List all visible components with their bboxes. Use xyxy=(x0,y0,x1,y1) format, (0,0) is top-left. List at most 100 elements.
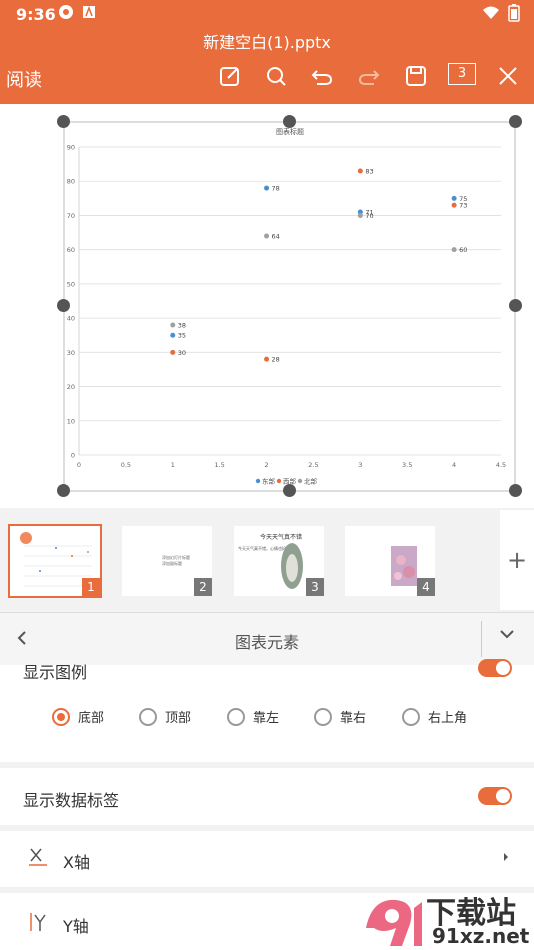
data-point xyxy=(170,322,176,328)
radio-label: 顶部 xyxy=(165,711,192,726)
legend-marker xyxy=(276,478,282,484)
slide-thumbnail-2[interactable]: 添加幻灯片标题 添加副标题 2 xyxy=(122,526,212,596)
chart-frame xyxy=(63,121,516,492)
data-point xyxy=(264,356,270,362)
redo-icon xyxy=(358,70,380,85)
thumbnail-number: 2 xyxy=(194,578,212,596)
save-icon xyxy=(406,66,426,86)
thumbnail-photo-oval xyxy=(281,543,303,589)
x-tick-label: 1 xyxy=(171,461,175,469)
edit-icon xyxy=(220,67,239,86)
status-right-icons xyxy=(482,4,520,22)
show-legend-toggle[interactable] xyxy=(478,659,512,677)
show-data-labels-toggle[interactable] xyxy=(478,787,512,805)
resize-handle-right[interactable] xyxy=(509,299,522,312)
data-point xyxy=(264,185,270,191)
resize-handle-top-left[interactable] xyxy=(57,115,70,128)
thumbnail-subtitle: 今天天气真不错，心情也好 xyxy=(238,546,286,551)
y-tick-label: 80 xyxy=(67,178,75,186)
app-notification-icon xyxy=(59,5,73,19)
y-tick-label: 50 xyxy=(67,280,75,288)
panel-collapse-button[interactable] xyxy=(498,625,516,647)
wifi-icon xyxy=(483,6,499,19)
data-label: 73 xyxy=(459,202,467,210)
legend-position-right[interactable]: 靠右 xyxy=(314,707,366,726)
slide-thumbnail-4[interactable]: 4 xyxy=(345,526,435,596)
slide-canvas[interactable]: 图表标题 0 10 20 30 40 50 60 70 80 90 0 0.5 1 1.5 2 2.5 3 3.5 4… xyxy=(0,104,534,508)
x-axis-label: X轴 xyxy=(63,853,90,872)
x-tick-label: 2.5 xyxy=(308,461,318,469)
data-label: 30 xyxy=(178,349,186,357)
search-button[interactable] xyxy=(262,62,290,90)
chevron-down-icon xyxy=(500,630,514,639)
resize-handle-bottom-right[interactable] xyxy=(509,484,522,497)
legend-marker xyxy=(255,478,261,484)
slide-thumbnails: 1 添加幻灯片标题 添加副标题 2 今天天气真不错 今天天气真不错，心情也好 3… xyxy=(0,510,534,610)
radio-unchecked xyxy=(139,707,157,726)
radio-unchecked xyxy=(227,707,245,726)
scatter-chart[interactable]: 图表标题 0 10 20 30 40 50 60 70 80 90 0 0.5 1 1.5 2 2.5 3 3.5 4… xyxy=(0,104,534,508)
legend-position-top-right[interactable]: 右上角 xyxy=(402,707,467,726)
redo-button[interactable] xyxy=(355,62,383,90)
thumbnail-number: 1 xyxy=(82,578,100,596)
undo-icon xyxy=(311,70,333,85)
battery-icon xyxy=(508,4,520,22)
legend-position-bottom[interactable]: 底部 xyxy=(52,707,104,726)
data-point xyxy=(264,233,270,239)
y-tick-label: 0 xyxy=(71,452,75,460)
y-tick-label: 90 xyxy=(67,144,75,152)
x-tick-label: 0 xyxy=(77,461,81,469)
chevron-right-icon xyxy=(502,851,510,865)
data-point xyxy=(451,247,457,253)
data-point xyxy=(357,212,363,218)
close-icon xyxy=(499,67,517,85)
y-axis-label: Y轴 xyxy=(63,917,89,936)
document-title: 新建空白(1).pptx xyxy=(203,33,331,52)
y-tick-label: 10 xyxy=(67,417,75,425)
save-button[interactable] xyxy=(402,62,430,90)
legend-position-left[interactable]: 靠左 xyxy=(227,707,279,726)
x-tick-label: 4 xyxy=(452,461,456,469)
undo-button[interactable] xyxy=(308,62,336,90)
radio-label: 底部 xyxy=(78,711,105,726)
watermark-url: 91xz.net xyxy=(432,924,530,948)
slide-thumbnail-3[interactable]: 今天天气真不错 今天天气真不错，心情也好 3 xyxy=(234,526,324,596)
data-point xyxy=(170,349,176,355)
close-button[interactable] xyxy=(494,62,522,90)
radio-label: 右上角 xyxy=(428,711,468,726)
edit-button[interactable] xyxy=(216,62,244,90)
data-point xyxy=(357,168,363,174)
panel-title: 图表元素 xyxy=(234,633,299,652)
data-point xyxy=(170,332,176,338)
search-icon xyxy=(267,67,286,86)
data-label: 28 xyxy=(272,356,280,364)
data-label: 70 xyxy=(365,212,373,220)
resize-handle-bottom-left[interactable] xyxy=(57,484,70,497)
resize-handle-top-right[interactable] xyxy=(509,115,522,128)
slide-count-button[interactable]: 3 xyxy=(448,63,476,85)
y-tick-label: 20 xyxy=(67,383,75,391)
chart-title: 图表标题 xyxy=(276,127,304,136)
y-tick-label: 70 xyxy=(67,212,75,220)
y-tick-label: 30 xyxy=(67,349,75,357)
x-tick-label: 0.5 xyxy=(121,461,131,469)
radio-checked xyxy=(52,707,70,726)
x-axis-row[interactable]: X轴 xyxy=(0,831,534,887)
resize-handle-top[interactable] xyxy=(283,115,296,128)
slide-thumbnail-1[interactable]: 1 xyxy=(8,524,102,598)
resize-handle-left[interactable] xyxy=(57,299,70,312)
thumbnail-number: 4 xyxy=(417,578,435,596)
add-slide-button[interactable]: + xyxy=(500,510,534,610)
radio-unchecked xyxy=(402,707,420,726)
x-tick-label: 4.5 xyxy=(496,461,506,469)
data-label: 60 xyxy=(459,246,467,254)
panel-header: 图表元素 xyxy=(0,612,534,665)
data-label: 64 xyxy=(272,232,280,240)
panel-divider xyxy=(481,621,482,657)
legend-position-top[interactable]: 顶部 xyxy=(139,707,191,726)
data-point xyxy=(451,195,457,201)
resize-handle-bottom[interactable] xyxy=(283,484,296,497)
legend-label: 东部 xyxy=(262,477,276,486)
data-labels-row: 显示数据标签 xyxy=(0,768,534,825)
status-left-icons xyxy=(58,4,96,20)
